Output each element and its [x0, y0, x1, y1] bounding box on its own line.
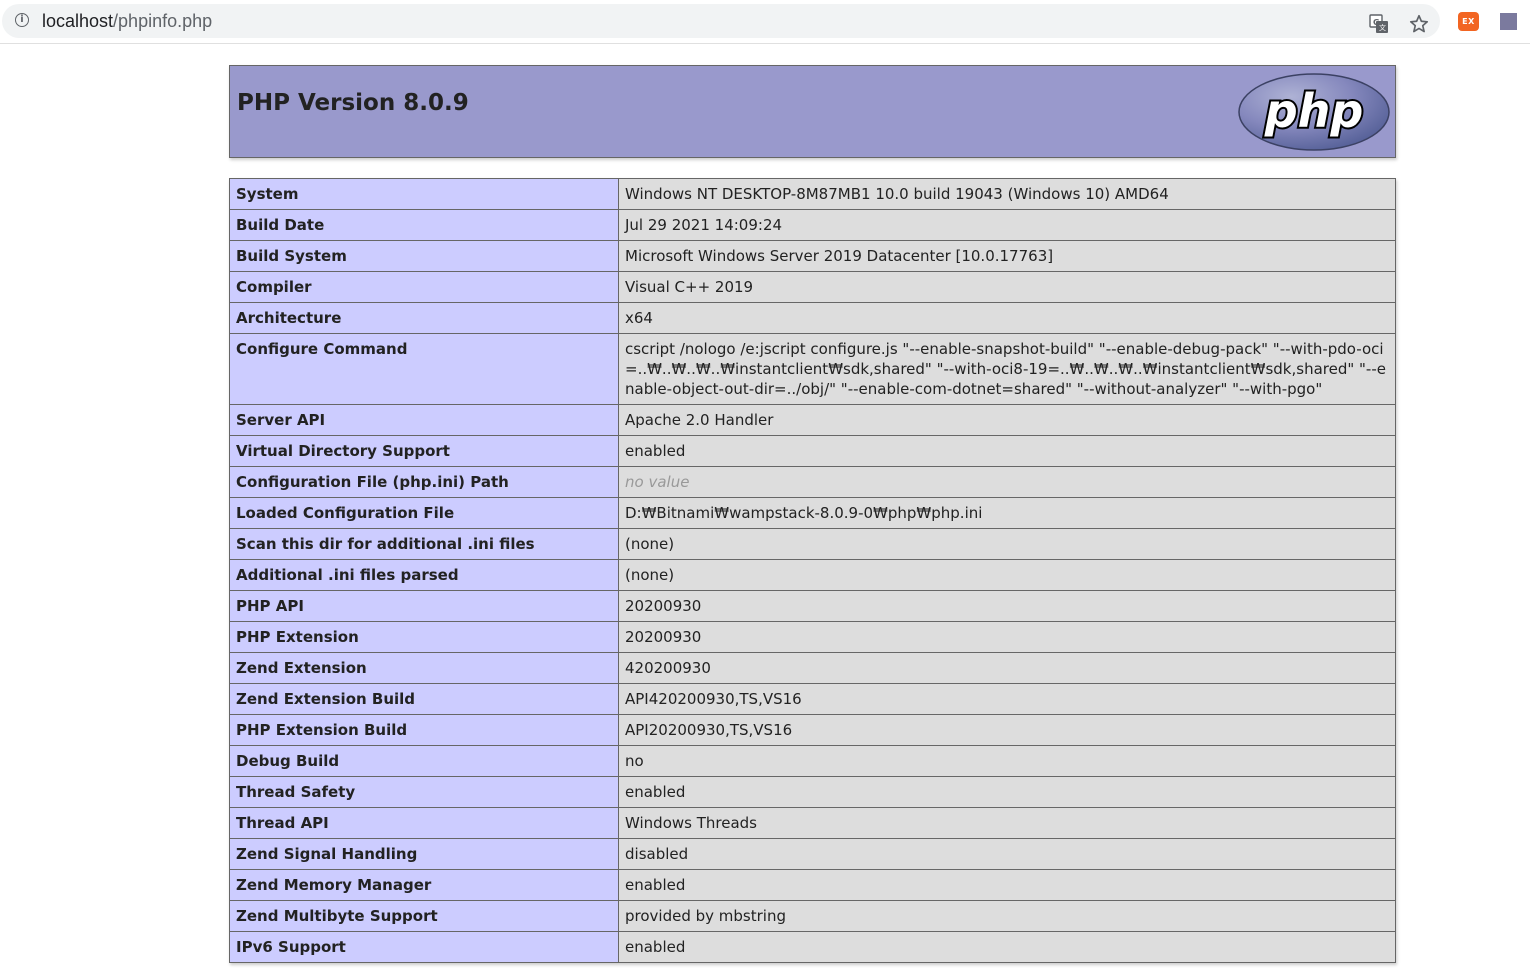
table-row: System Windows NT DESKTOP-8M87MB1 10.0 bu… [229, 178, 1396, 210]
table-row: Zend Memory Manager enabled [229, 869, 1396, 901]
row-label: Zend Extension Build [229, 683, 619, 715]
row-value: cscript /nologo /e:jscript configure.js … [618, 333, 1396, 405]
row-value: x64 [618, 302, 1396, 334]
row-value: enabled [618, 869, 1396, 901]
url-host: localhost [42, 11, 114, 31]
php-logo-text: php [1264, 84, 1364, 138]
row-value: API420200930,TS,VS16 [618, 683, 1396, 715]
url-path: /phpinfo.php [113, 11, 213, 31]
row-label: Build Date [229, 209, 619, 241]
row-label: Zend Memory Manager [229, 869, 619, 901]
row-label: Architecture [229, 302, 619, 334]
row-value: enabled [618, 931, 1396, 963]
row-label: Server API [229, 404, 619, 436]
extension-square-icon[interactable] [1500, 13, 1517, 30]
row-value: Microsoft Windows Server 2019 Datacenter… [618, 240, 1396, 272]
row-value: provided by mbstring [618, 900, 1396, 932]
row-value: no value [618, 466, 1396, 498]
no-value-text: no value [625, 473, 690, 491]
row-label: PHP API [229, 590, 619, 622]
table-row: Thread API Windows Threads [229, 807, 1396, 839]
row-value: enabled [618, 435, 1396, 467]
phpinfo-table: System Windows NT DESKTOP-8M87MB1 10.0 bu… [229, 178, 1396, 963]
table-row: Build Date Jul 29 2021 14:09:24 [229, 209, 1396, 241]
table-row: IPv6 Support enabled [229, 931, 1396, 963]
row-value: D:₩Bitnami₩wampstack-8.0.9-0₩php₩php.ini [618, 497, 1396, 529]
row-label: Configuration File (php.ini) Path [229, 466, 619, 498]
row-value: 20200930 [618, 621, 1396, 653]
row-value: Apache 2.0 Handler [618, 404, 1396, 436]
row-label: Thread Safety [229, 776, 619, 808]
extension-icon[interactable]: EX [1458, 12, 1479, 31]
row-label: Zend Signal Handling [229, 838, 619, 870]
table-row: Zend Multibyte Support provided by mbstri… [229, 900, 1396, 932]
row-value: Windows Threads [618, 807, 1396, 839]
row-label: Thread API [229, 807, 619, 839]
table-row: Zend Signal Handling disabled [229, 838, 1396, 870]
row-label: System [229, 178, 619, 210]
row-label: Virtual Directory Support [229, 435, 619, 467]
row-label: IPv6 Support [229, 931, 619, 963]
translate-icon[interactable]: G 文 [1369, 14, 1389, 34]
row-value: (none) [618, 528, 1396, 560]
row-label: Scan this dir for additional .ini files [229, 528, 619, 560]
row-value: Visual C++ 2019 [618, 271, 1396, 303]
row-label: Zend Extension [229, 652, 619, 684]
row-value: API20200930,TS,VS16 [618, 714, 1396, 746]
browser-toolbar: i localhost/phpinfo.php G 文 EX [0, 0, 1530, 44]
phpinfo-header: PHP Version 8.0.9 php [229, 65, 1396, 158]
table-row: Configuration File (php.ini) Path no valu… [229, 466, 1396, 498]
svg-text:文: 文 [1379, 23, 1386, 32]
row-label: Loaded Configuration File [229, 497, 619, 529]
table-row: Build System Microsoft Windows Server 201… [229, 240, 1396, 272]
info-icon[interactable]: i [15, 13, 29, 27]
row-value: 20200930 [618, 590, 1396, 622]
url-text[interactable]: localhost/phpinfo.php [42, 11, 212, 31]
row-label: Build System [229, 240, 619, 272]
page-title: PHP Version 8.0.9 [237, 90, 469, 116]
phpinfo-content: PHP Version 8.0.9 php System Windows NT D… [229, 65, 1396, 963]
table-row: Zend Extension Build API420200930,TS,VS16 [229, 683, 1396, 715]
table-row: Zend Extension 420200930 [229, 652, 1396, 684]
row-label: Additional .ini files parsed [229, 559, 619, 591]
table-row: Scan this dir for additional .ini files(… [229, 528, 1396, 560]
row-value: Jul 29 2021 14:09:24 [618, 209, 1396, 241]
table-row: Virtual Directory Support enabled [229, 435, 1396, 467]
php-logo-icon[interactable]: php [1237, 72, 1391, 152]
table-row: PHP Extension 20200930 [229, 621, 1396, 653]
table-row: Loaded Configuration File D:₩Bitnami₩wamp… [229, 497, 1396, 529]
row-value: disabled [618, 838, 1396, 870]
table-row: Debug Build no [229, 745, 1396, 777]
table-row: Configure Command cscript /nologo /e:jscr… [229, 333, 1396, 405]
row-label: Zend Multibyte Support [229, 900, 619, 932]
row-value: Windows NT DESKTOP-8M87MB1 10.0 build 19… [618, 178, 1396, 210]
row-value: enabled [618, 776, 1396, 808]
table-row: Server API Apache 2.0 Handler [229, 404, 1396, 436]
row-label: Debug Build [229, 745, 619, 777]
phpinfo-table-body: System Windows NT DESKTOP-8M87MB1 10.0 bu… [229, 178, 1396, 963]
row-value: 420200930 [618, 652, 1396, 684]
table-row: Additional .ini files parsed (none) [229, 559, 1396, 591]
row-label: PHP Extension [229, 621, 619, 653]
row-label: Compiler [229, 271, 619, 303]
row-label: PHP Extension Build [229, 714, 619, 746]
table-row: Compiler Visual C++ 2019 [229, 271, 1396, 303]
row-value: (none) [618, 559, 1396, 591]
row-label: Configure Command [229, 333, 619, 405]
table-row: PHP Extension Build API20200930,TS,VS16 [229, 714, 1396, 746]
table-row: Architecture x64 [229, 302, 1396, 334]
address-bar[interactable]: i localhost/phpinfo.php G 文 [2, 4, 1440, 38]
bookmark-star-icon[interactable] [1408, 13, 1430, 35]
row-value: no [618, 745, 1396, 777]
table-row: Thread Safety enabled [229, 776, 1396, 808]
table-row: PHP API 20200930 [229, 590, 1396, 622]
